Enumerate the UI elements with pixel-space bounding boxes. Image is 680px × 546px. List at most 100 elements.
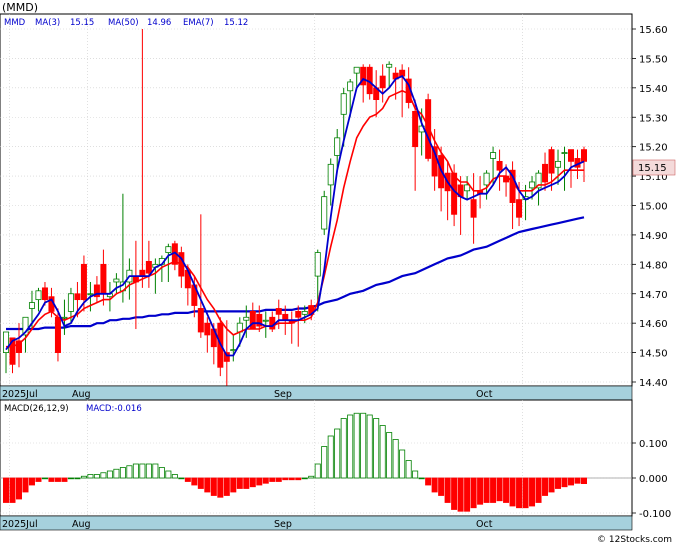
macd-bar: [581, 477, 588, 484]
x-label-aug: Aug: [72, 389, 91, 400]
candle-body: [561, 152, 568, 154]
macd-bar: [80, 475, 87, 479]
candle-body: [243, 316, 250, 321]
price-date-band: [0, 385, 633, 401]
candle-body: [67, 293, 74, 312]
macd-x-label-sep: Sep: [274, 519, 292, 530]
candle-body: [548, 149, 555, 174]
candle-body: [87, 293, 94, 296]
macd-bar: [399, 449, 406, 479]
candle-body: [496, 160, 503, 171]
macd-bar: [165, 470, 172, 479]
macd-bar: [464, 477, 471, 512]
macd-bar: [22, 477, 29, 493]
price-tick-label: 14.80: [639, 260, 668, 271]
candle-body: [379, 75, 386, 89]
macd-bar: [106, 470, 113, 479]
macd-bar: [145, 463, 152, 479]
macd-bar: [529, 477, 536, 507]
macd-bar: [295, 477, 302, 481]
macd-bar: [496, 477, 503, 502]
candle-body: [529, 181, 536, 189]
stock-chart: 15.6015.5015.4015.3015.2015.1015.0014.90…: [0, 1, 676, 545]
price-tick-label: 15.30: [639, 113, 668, 124]
macd-bar: [412, 470, 419, 479]
macd-bar: [236, 477, 243, 489]
candle-body: [386, 63, 393, 68]
macd-bar: [418, 477, 425, 480]
macd-bar: [249, 477, 256, 488]
candle-body: [334, 137, 341, 156]
price-tick-label: 15.50: [639, 54, 668, 65]
macd-bar: [503, 477, 510, 503]
candle-body: [568, 149, 575, 162]
macd-bar: [3, 477, 9, 503]
macd-bar: [93, 474, 100, 479]
macd-x-label-jul: 2025Jul: [2, 519, 38, 530]
candle-body: [483, 172, 490, 186]
macd-bar: [158, 467, 165, 479]
legend-ma50-label: MA(50): [108, 18, 139, 28]
price-tick-label: 14.50: [639, 349, 668, 360]
price-panel: [0, 13, 633, 387]
macd-bar: [210, 477, 217, 496]
candle-body: [340, 93, 347, 115]
candle-body: [542, 163, 549, 183]
legend-ticker: MMD: [4, 18, 26, 28]
candle-body: [490, 152, 497, 159]
price-axis: 15.6015.5015.4015.3015.2015.1015.0014.90…: [632, 25, 668, 389]
macd-tick-label: -0.100: [639, 509, 671, 520]
macd-bar: [15, 477, 22, 500]
legend-ma50-value: 14.96: [147, 18, 171, 28]
price-tick-label: 15.60: [639, 25, 668, 36]
candle-body: [347, 81, 354, 92]
watermark: © 12Stocks.com: [597, 535, 672, 545]
macd-bar: [535, 477, 542, 503]
macd-bar: [340, 418, 347, 479]
macd-bar: [379, 425, 386, 479]
candle-body: [35, 290, 42, 301]
candle-body: [353, 66, 360, 74]
macd-tick-label: 0.000: [639, 474, 668, 485]
macd-bar: [152, 463, 159, 479]
macd-x-label-aug: Aug: [72, 519, 91, 530]
candle-body: [262, 319, 269, 322]
macd-bar: [100, 472, 107, 479]
macd-bar: [184, 477, 191, 482]
macd-bar: [269, 477, 276, 482]
macd-bar: [490, 477, 497, 503]
macd-bar: [386, 432, 393, 479]
macd-bar: [119, 467, 126, 479]
macd-bar: [347, 414, 354, 479]
current-price-value: 15.15: [638, 163, 667, 174]
macd-bar: [483, 477, 490, 503]
macd-bar: [561, 477, 568, 488]
macd-bar: [61, 477, 68, 482]
candle-body: [275, 308, 282, 315]
macd-label: MACD(26,12,9): [4, 404, 69, 414]
macd-bar: [223, 477, 230, 496]
candle-body: [74, 293, 81, 301]
macd-bar: [425, 477, 432, 486]
macd-bar: [217, 477, 224, 498]
macd-bar: [74, 477, 81, 480]
x-label-sep: Sep: [274, 389, 292, 400]
macd-bar: [178, 477, 185, 480]
macd-x-label-oct: Oct: [476, 519, 493, 530]
candle-body: [516, 199, 523, 218]
candle-body: [269, 316, 276, 330]
candle-body: [41, 287, 48, 301]
macd-bar: [353, 412, 360, 479]
macd-bar: [431, 477, 438, 493]
macd-bar: [542, 477, 549, 496]
candle-body: [581, 149, 588, 162]
macd-axis: 0.100 0.000 -0.100: [632, 439, 671, 520]
candle-body: [145, 260, 152, 274]
legend-ema7-value: 15.12: [224, 18, 248, 28]
macd-date-band: [0, 515, 633, 531]
macd-bar: [126, 465, 133, 479]
macd-bar: [334, 428, 341, 479]
candle-body: [470, 199, 477, 218]
x-label-jul: 2025Jul: [2, 389, 38, 400]
macd-bar: [366, 414, 373, 479]
